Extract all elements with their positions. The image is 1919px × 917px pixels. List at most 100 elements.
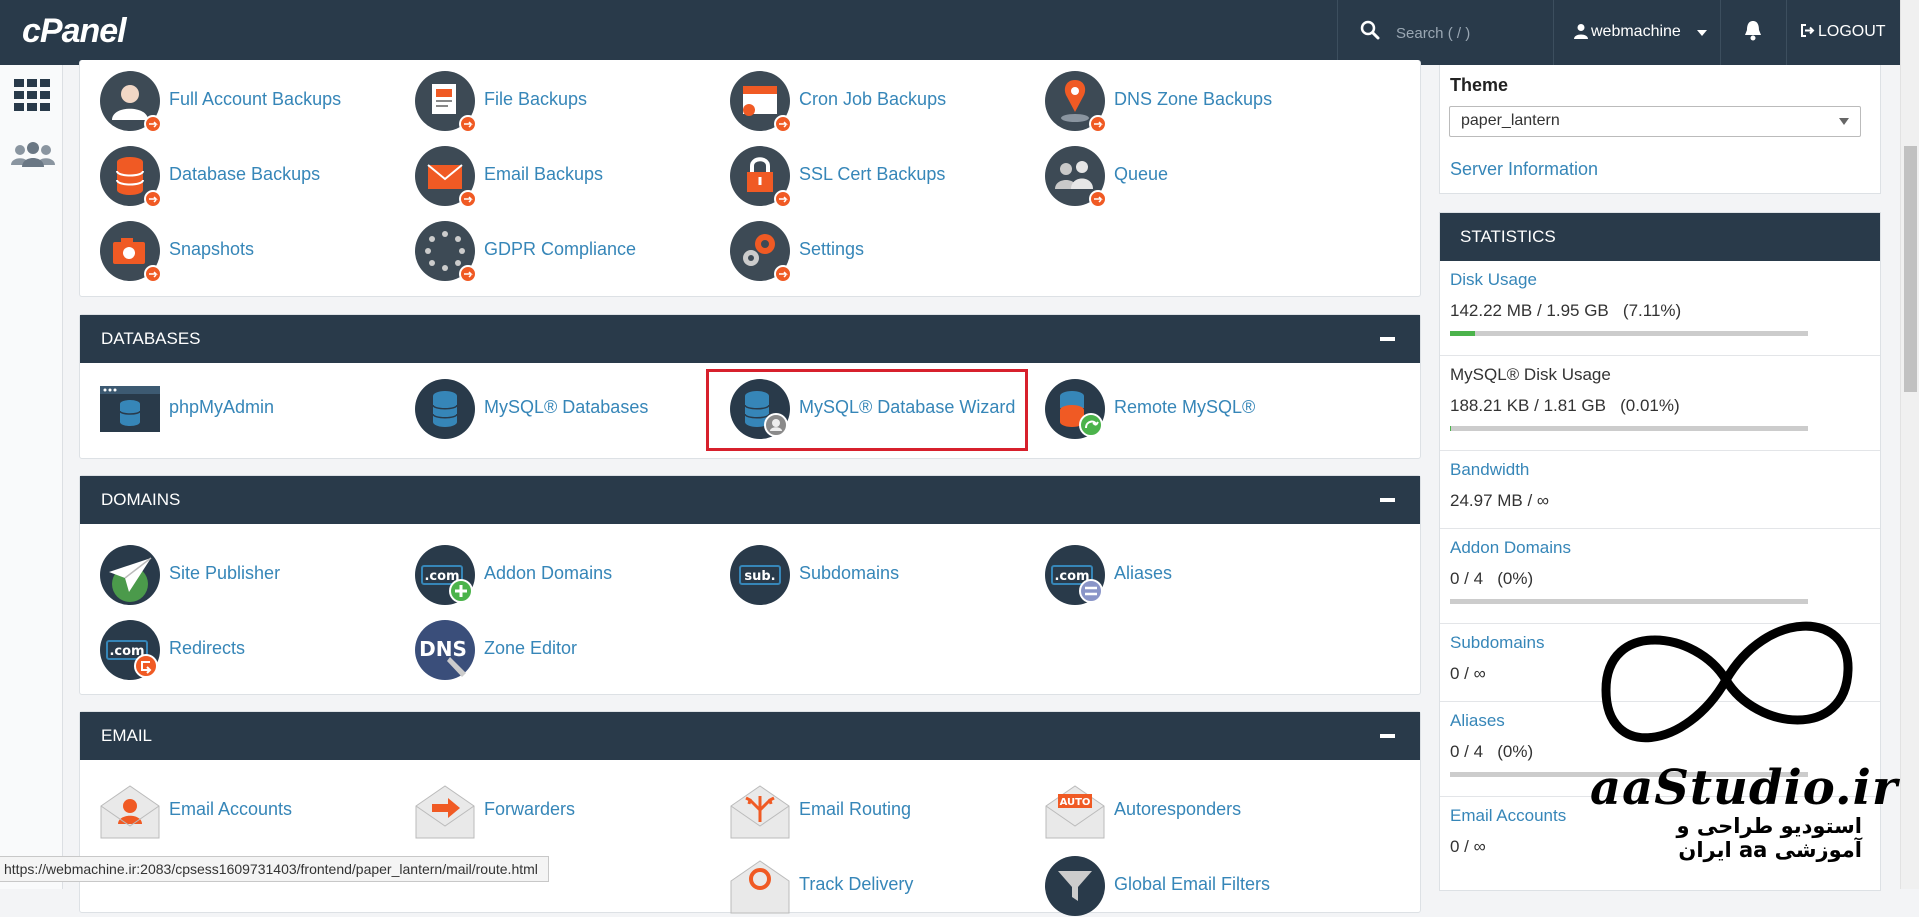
item-label: Subdomains	[799, 563, 900, 583]
item-label: Email Accounts	[169, 799, 293, 819]
watermark-brand: aaStudio.ir	[1590, 760, 1899, 816]
server-information-link[interactable]: Server Information	[1450, 159, 1598, 180]
dns-zone-backups-icon	[1045, 71, 1106, 132]
item-label: SSL Cert Backups	[799, 164, 946, 184]
username: webmachine	[1591, 23, 1681, 40]
stat-value: 0 / 4 (0%)	[1450, 569, 1534, 588]
item-label: Forwarders	[484, 799, 576, 819]
phpmyadmin-icon	[100, 386, 160, 432]
logout-label: LOGOUT	[1818, 23, 1886, 40]
search-icon[interactable]	[1360, 20, 1380, 40]
chevron-down-icon	[1839, 118, 1849, 125]
stat-name[interactable]: Aliases	[1450, 711, 1505, 731]
chevron-down-icon	[1697, 30, 1707, 36]
item-label: MySQL® Databases	[484, 397, 649, 417]
users-icon[interactable]	[11, 141, 55, 167]
remote-mysql-icon	[1045, 379, 1105, 439]
collapse-icon[interactable]	[1380, 498, 1395, 502]
item-label: Redirects	[169, 638, 246, 658]
stat-name[interactable]: Subdomains	[1450, 633, 1545, 653]
ssl-cert-backups-icon	[730, 146, 791, 207]
notifications-button[interactable]	[1720, 0, 1787, 65]
mysql-databases-icon	[415, 379, 475, 439]
user-menu[interactable]: webmachine	[1553, 0, 1721, 65]
snapshots-icon	[100, 221, 161, 282]
cpanel-logo[interactable]: cPanel	[22, 12, 127, 51]
stat-value: 0 / ∞	[1450, 664, 1486, 683]
svg-text:DNS: DNS	[419, 637, 467, 661]
forwarders-icon	[415, 785, 475, 839]
search-box[interactable]	[1337, 0, 1554, 65]
email-header[interactable]: EMAIL	[80, 712, 1420, 760]
panel-title: DATABASES	[101, 329, 201, 348]
item-label: Snapshots	[169, 239, 255, 259]
track-delivery-icon	[730, 860, 790, 914]
stat-name[interactable]: Email Accounts	[1450, 806, 1566, 826]
browser-status-url: https://webmachine.ir:2083/cpsess1609731…	[0, 856, 549, 882]
page-scrollbar[interactable]	[1900, 0, 1919, 889]
stat-name[interactable]: Disk Usage	[1450, 270, 1537, 290]
theme-select[interactable]: paper_lantern	[1449, 106, 1861, 137]
email-accounts-icon	[100, 785, 160, 839]
top-bar: cPanel webmachine LOGOUT	[0, 0, 1900, 65]
svg-text:sub.: sub.	[744, 569, 775, 584]
aliases-icon: .com	[1045, 545, 1105, 605]
search-input[interactable]	[1394, 20, 1548, 46]
stat-mysql-disk-usage: MySQL® Disk Usage 188.21 KB / 1.81 GB (0…	[1440, 356, 1880, 451]
panel-title: EMAIL	[101, 726, 153, 745]
email-backups-icon	[415, 146, 476, 207]
item-label: Remote MySQL®	[1114, 397, 1256, 417]
addon-domains-icon: .com	[415, 545, 475, 605]
item-label: Track Delivery	[799, 874, 914, 894]
site-publisher-icon	[100, 545, 160, 605]
logout-icon	[1801, 24, 1815, 37]
highlight-box	[706, 369, 1028, 451]
gdpr-compliance-icon	[415, 221, 476, 282]
watermark-subtitle: استودیو طراحی و آموزشی aa ایران	[1676, 814, 1862, 862]
autoresponders-icon: AUTO	[1045, 785, 1105, 839]
file-backups-icon	[415, 71, 476, 132]
domains-header[interactable]: DOMAINS	[80, 476, 1420, 524]
item-label: Cron Job Backups	[799, 89, 947, 109]
left-rail	[0, 65, 63, 889]
item-label: Database Backups	[169, 164, 321, 184]
usage-bar	[1450, 426, 1808, 431]
logout-button[interactable]: LOGOUT	[1800, 23, 1886, 41]
redirects-icon: .com	[100, 620, 160, 680]
theme-select-value: paper_lantern	[1461, 112, 1560, 129]
item-label: DNS Zone Backups	[1114, 89, 1273, 109]
theme-label: Theme	[1450, 75, 1509, 95]
item-label: Queue	[1114, 164, 1169, 184]
stat-name[interactable]: Addon Domains	[1450, 538, 1571, 558]
apps-grid-icon[interactable]	[14, 79, 50, 111]
stat-name[interactable]: Bandwidth	[1450, 460, 1529, 480]
usage-bar-fill	[1450, 426, 1452, 431]
collapse-icon[interactable]	[1380, 734, 1395, 738]
database-backups-icon	[100, 146, 161, 207]
global-email-filters-icon	[1045, 856, 1105, 916]
collapse-icon[interactable]	[1380, 337, 1395, 341]
scrollbar-thumb[interactable]	[1904, 146, 1917, 392]
item-label: Settings	[799, 239, 865, 259]
stat-value: 24.97 MB / ∞	[1450, 491, 1550, 510]
item-label: Full Account Backups	[169, 89, 342, 109]
full-account-backups-icon	[100, 71, 161, 132]
email-routing-icon	[730, 785, 790, 839]
statistics-header: STATISTICS	[1440, 213, 1880, 261]
backups-panel: Full Account Backups File Backups Cron J…	[79, 60, 1421, 297]
statistics-title: STATISTICS	[1460, 227, 1556, 246]
bell-icon	[1745, 21, 1761, 41]
databases-header[interactable]: DATABASES	[80, 315, 1420, 363]
stat-name: MySQL® Disk Usage	[1450, 365, 1611, 384]
stat-value: 142.22 MB / 1.95 GB (7.11%)	[1450, 301, 1682, 320]
item-label: Email Routing	[799, 799, 912, 819]
email-panel: EMAIL Email Accounts Forwarders Email Ro…	[79, 711, 1421, 916]
stat-value: 0 / 4 (0%)	[1450, 742, 1534, 761]
user-icon	[1574, 24, 1588, 39]
svg-text:AUTO: AUTO	[1060, 797, 1091, 808]
stat-value: 0 / ∞	[1450, 837, 1486, 856]
settings-icon	[730, 221, 791, 282]
panel-title: DOMAINS	[101, 490, 181, 509]
item-label: Addon Domains	[484, 563, 613, 583]
cron-job-backups-icon	[730, 71, 791, 132]
